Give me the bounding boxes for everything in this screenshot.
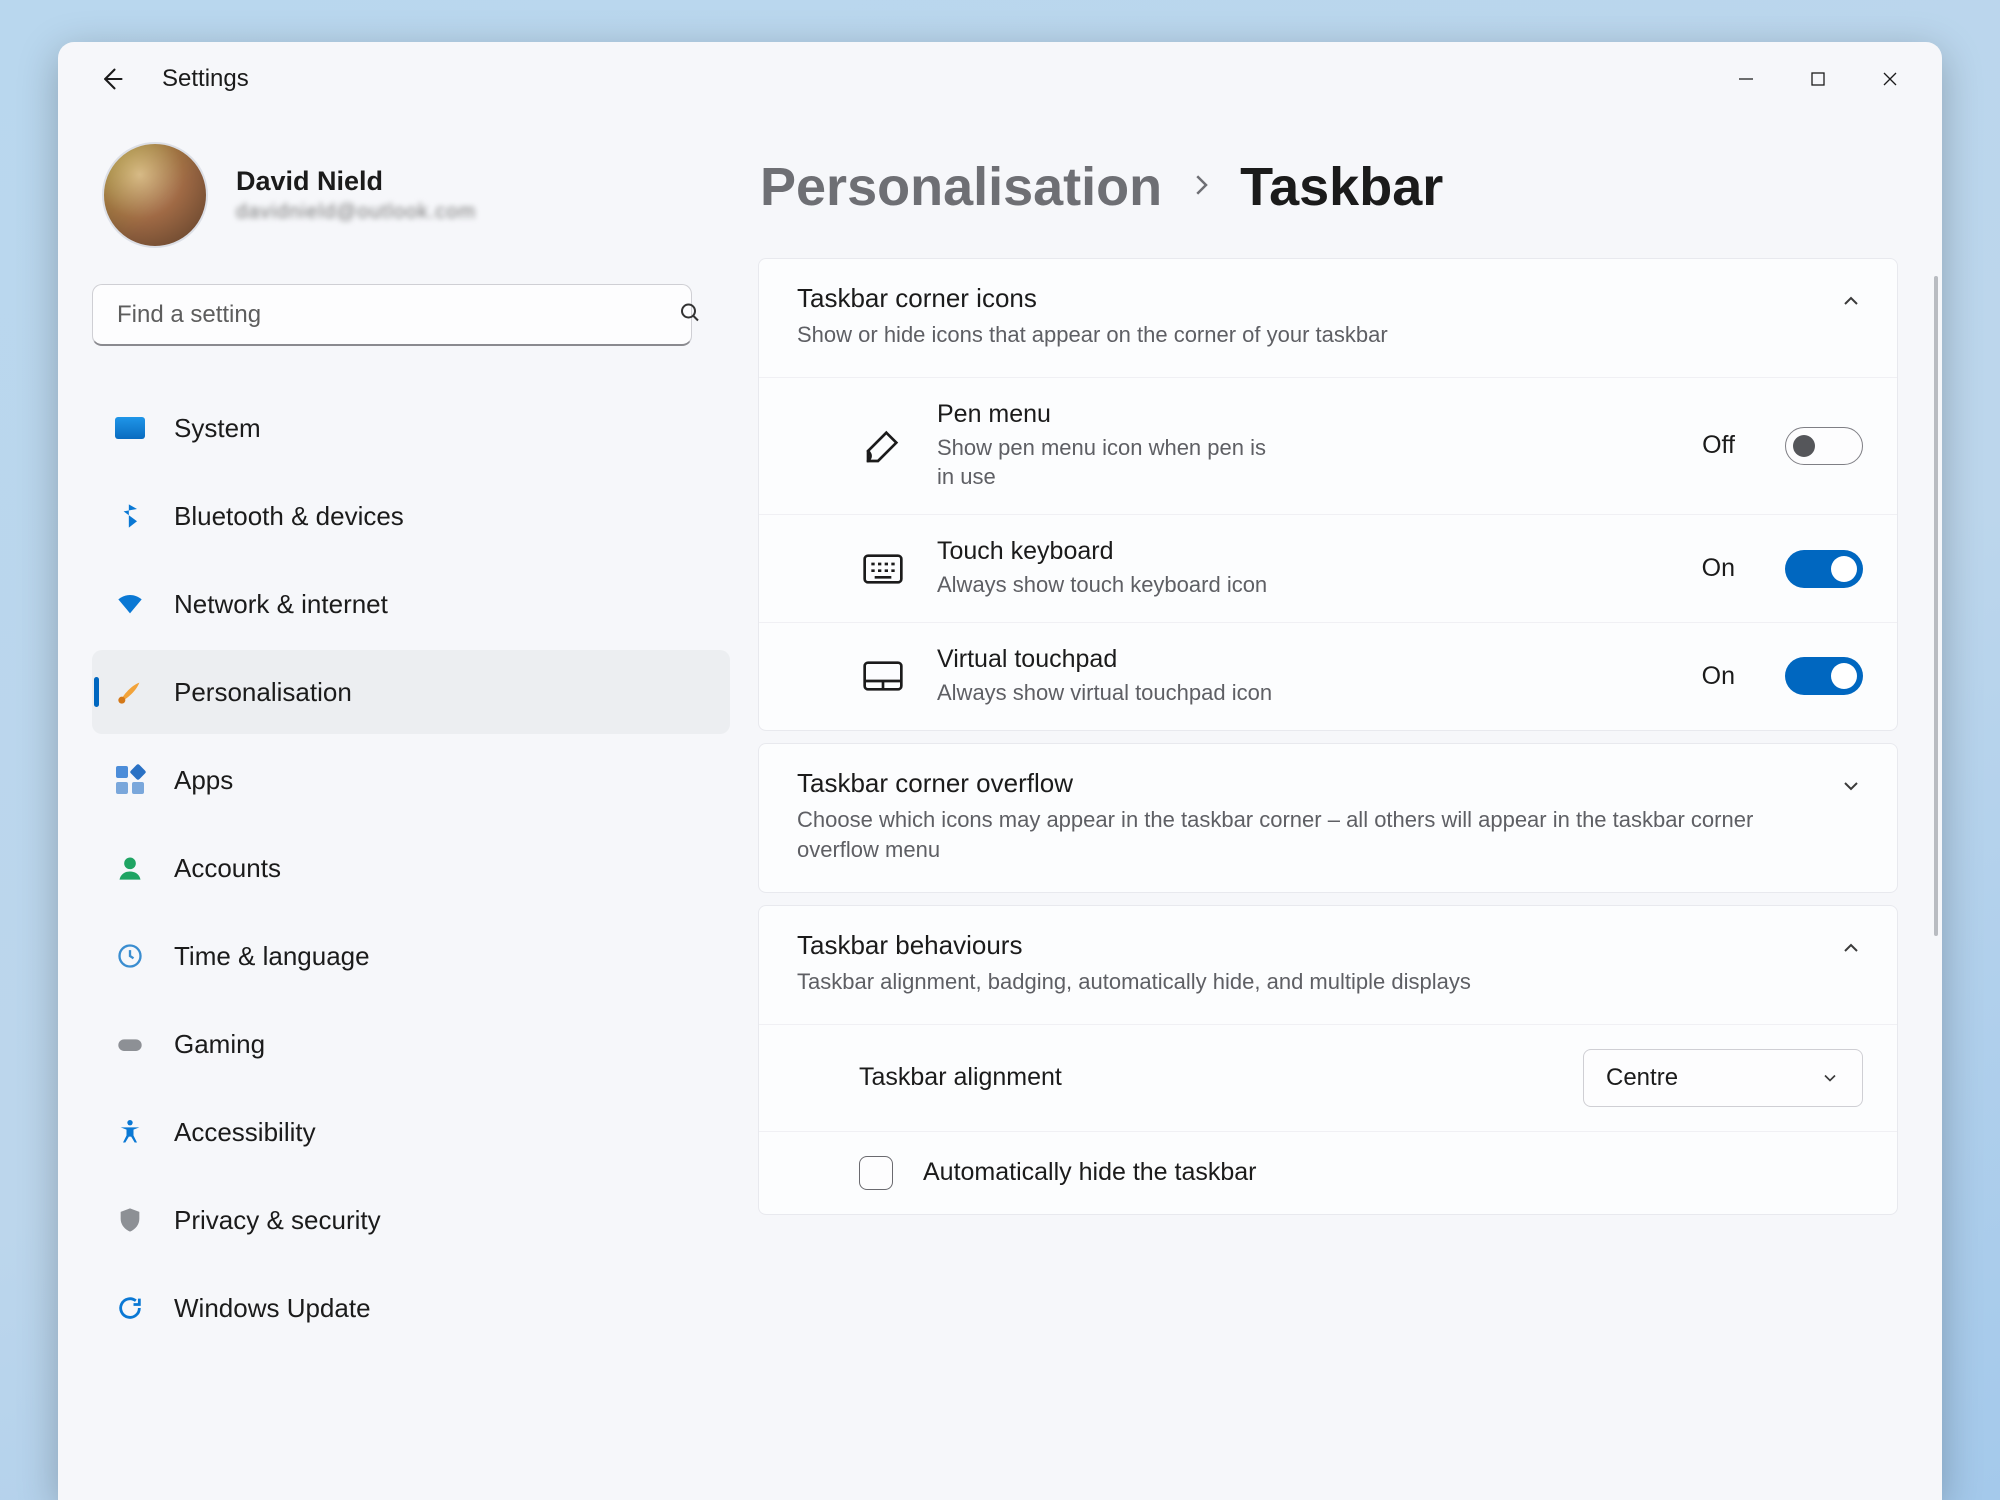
keyboard-icon (859, 553, 907, 585)
nav-label: Time & language (174, 941, 370, 972)
nav-time-language[interactable]: Time & language (92, 914, 730, 998)
auto-hide-checkbox[interactable] (859, 1156, 893, 1190)
nav-personalisation[interactable]: Personalisation (92, 650, 730, 734)
person-icon (114, 852, 146, 884)
section-desc: Choose which icons may appear in the tas… (797, 805, 1809, 867)
nav-label: Apps (174, 765, 233, 796)
nav-system[interactable]: System (92, 386, 730, 470)
section-title: Taskbar corner overflow (797, 768, 1809, 799)
pen-icon (859, 426, 907, 466)
section-desc: Show or hide icons that appear on the co… (797, 320, 1388, 351)
section-header[interactable]: Taskbar corner overflow Choose which ico… (759, 744, 1897, 893)
nav-label: Network & internet (174, 589, 388, 620)
shield-icon (114, 1204, 146, 1236)
section-title: Taskbar behaviours (797, 930, 1471, 961)
nav-label: System (174, 413, 261, 444)
auto-hide-row: Automatically hide the taskbar (759, 1131, 1897, 1214)
sidebar-nav: System Bluetooth & devices Network & int… (92, 386, 730, 1350)
row-title: Taskbar alignment (859, 1063, 1062, 1092)
row-title: Touch keyboard (937, 537, 1277, 566)
breadcrumb: Personalisation Taskbar (758, 156, 1898, 218)
chevron-down-icon (1839, 774, 1863, 803)
taskbar-corner-overflow-section: Taskbar corner overflow Choose which ico… (758, 743, 1898, 894)
window-controls (1710, 52, 1926, 106)
chevron-up-icon (1839, 936, 1863, 965)
section-title: Taskbar corner icons (797, 283, 1388, 314)
globe-clock-icon (114, 940, 146, 972)
search-input[interactable] (92, 284, 692, 346)
toggle-state-label: On (1702, 662, 1735, 691)
accessibility-icon (114, 1116, 146, 1148)
search-container (92, 284, 730, 346)
chevron-right-icon (1186, 170, 1216, 205)
row-title: Automatically hide the taskbar (923, 1158, 1257, 1187)
select-value: Centre (1606, 1064, 1678, 1092)
nav-label: Accessibility (174, 1117, 316, 1148)
app-title: Settings (162, 65, 249, 93)
apps-icon (114, 764, 146, 796)
scrollbar[interactable] (1934, 276, 1938, 936)
chevron-up-icon (1839, 289, 1863, 318)
nav-label: Gaming (174, 1029, 265, 1060)
user-profile[interactable]: David Nield davidnield@outlook.com (92, 142, 730, 248)
nav-gaming[interactable]: Gaming (92, 1002, 730, 1086)
sidebar: David Nield davidnield@outlook.com Syste… (58, 116, 758, 1500)
nav-label: Privacy & security (174, 1205, 381, 1236)
virtual-touchpad-row: Virtual touchpad Always show virtual tou… (759, 622, 1897, 730)
search-icon (678, 301, 702, 330)
pen-menu-toggle[interactable] (1785, 427, 1863, 465)
minimize-button[interactable] (1710, 52, 1782, 106)
nav-label: Bluetooth & devices (174, 501, 404, 532)
nav-accounts[interactable]: Accounts (92, 826, 730, 910)
nav-windows-update[interactable]: Windows Update (92, 1266, 730, 1350)
taskbar-alignment-row: Taskbar alignment Centre (759, 1024, 1897, 1131)
title-bar: Settings (58, 42, 1942, 116)
close-button[interactable] (1854, 52, 1926, 106)
breadcrumb-current: Taskbar (1240, 156, 1443, 218)
settings-window: Settings David Nield davidnield@outlook.… (58, 42, 1942, 1500)
user-email: davidnield@outlook.com (236, 201, 476, 224)
virtual-touchpad-toggle[interactable] (1785, 657, 1863, 695)
taskbar-alignment-select[interactable]: Centre (1583, 1049, 1863, 1107)
taskbar-corner-icons-section: Taskbar corner icons Show or hide icons … (758, 258, 1898, 731)
chevron-down-icon (1820, 1068, 1840, 1088)
nav-network[interactable]: Network & internet (92, 562, 730, 646)
gamepad-icon (114, 1028, 146, 1060)
row-desc: Always show virtual touchpad icon (937, 678, 1277, 708)
touch-keyboard-toggle[interactable] (1785, 550, 1863, 588)
main-panel: Personalisation Taskbar Taskbar corner i… (758, 116, 1942, 1500)
maximize-button[interactable] (1782, 52, 1854, 106)
wifi-icon (114, 588, 146, 620)
section-header[interactable]: Taskbar behaviours Taskbar alignment, ba… (759, 906, 1897, 1024)
nav-accessibility[interactable]: Accessibility (92, 1090, 730, 1174)
nav-label: Accounts (174, 853, 281, 884)
taskbar-behaviours-section: Taskbar behaviours Taskbar alignment, ba… (758, 905, 1898, 1215)
avatar (102, 142, 208, 248)
nav-label: Windows Update (174, 1293, 371, 1324)
user-name: David Nield (236, 166, 476, 197)
nav-apps[interactable]: Apps (92, 738, 730, 822)
nav-bluetooth[interactable]: Bluetooth & devices (92, 474, 730, 558)
row-desc: Show pen menu icon when pen is in use (937, 433, 1277, 492)
breadcrumb-parent[interactable]: Personalisation (760, 156, 1162, 218)
update-icon (114, 1292, 146, 1324)
section-header[interactable]: Taskbar corner icons Show or hide icons … (759, 259, 1897, 377)
touchpad-icon (859, 660, 907, 692)
toggle-state-label: On (1702, 554, 1735, 583)
system-icon (114, 412, 146, 444)
pen-menu-row: Pen menu Show pen menu icon when pen is … (759, 377, 1897, 514)
section-desc: Taskbar alignment, badging, automaticall… (797, 967, 1471, 998)
bluetooth-icon (114, 500, 146, 532)
brush-icon (114, 676, 146, 708)
row-desc: Always show touch keyboard icon (937, 570, 1277, 600)
row-title: Pen menu (937, 400, 1277, 429)
touch-keyboard-row: Touch keyboard Always show touch keyboar… (759, 514, 1897, 622)
back-button[interactable] (84, 52, 138, 106)
nav-label: Personalisation (174, 677, 352, 708)
toggle-state-label: Off (1702, 431, 1735, 460)
row-title: Virtual touchpad (937, 645, 1277, 674)
nav-privacy[interactable]: Privacy & security (92, 1178, 730, 1262)
